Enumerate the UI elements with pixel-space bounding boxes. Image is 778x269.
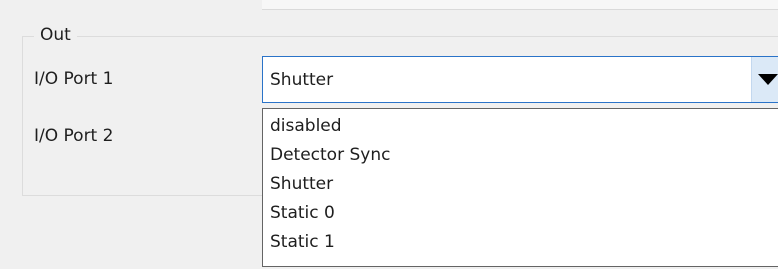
dropdown-toggle-button[interactable] (751, 57, 778, 102)
io-settings-panel: Out I/O Port 1 I/O Port 2 Shutter disabl… (0, 0, 778, 269)
dropdown-option-shutter[interactable]: Shutter (263, 170, 778, 199)
io-port-1-selected-value: Shutter (270, 70, 334, 90)
io-port-2-label: I/O Port 2 (34, 126, 114, 146)
io-port-1-select[interactable]: Shutter (262, 56, 778, 103)
top-strip-left (0, 0, 262, 9)
dropdown-option-static-1[interactable]: Static 1 (263, 228, 778, 257)
triangle-down-icon (758, 74, 778, 85)
dropdown-option-disabled[interactable]: disabled (263, 112, 778, 141)
upper-control-edge (262, 0, 778, 10)
io-port-1-label: I/O Port 1 (34, 69, 114, 89)
dropdown-option-static-0[interactable]: Static 0 (263, 199, 778, 228)
dropdown-option-detector-sync[interactable]: Detector Sync (263, 141, 778, 170)
io-port-1-dropdown-list: disabled Detector Sync Shutter Static 0 … (262, 108, 778, 267)
groupbox-title: Out (34, 23, 77, 47)
